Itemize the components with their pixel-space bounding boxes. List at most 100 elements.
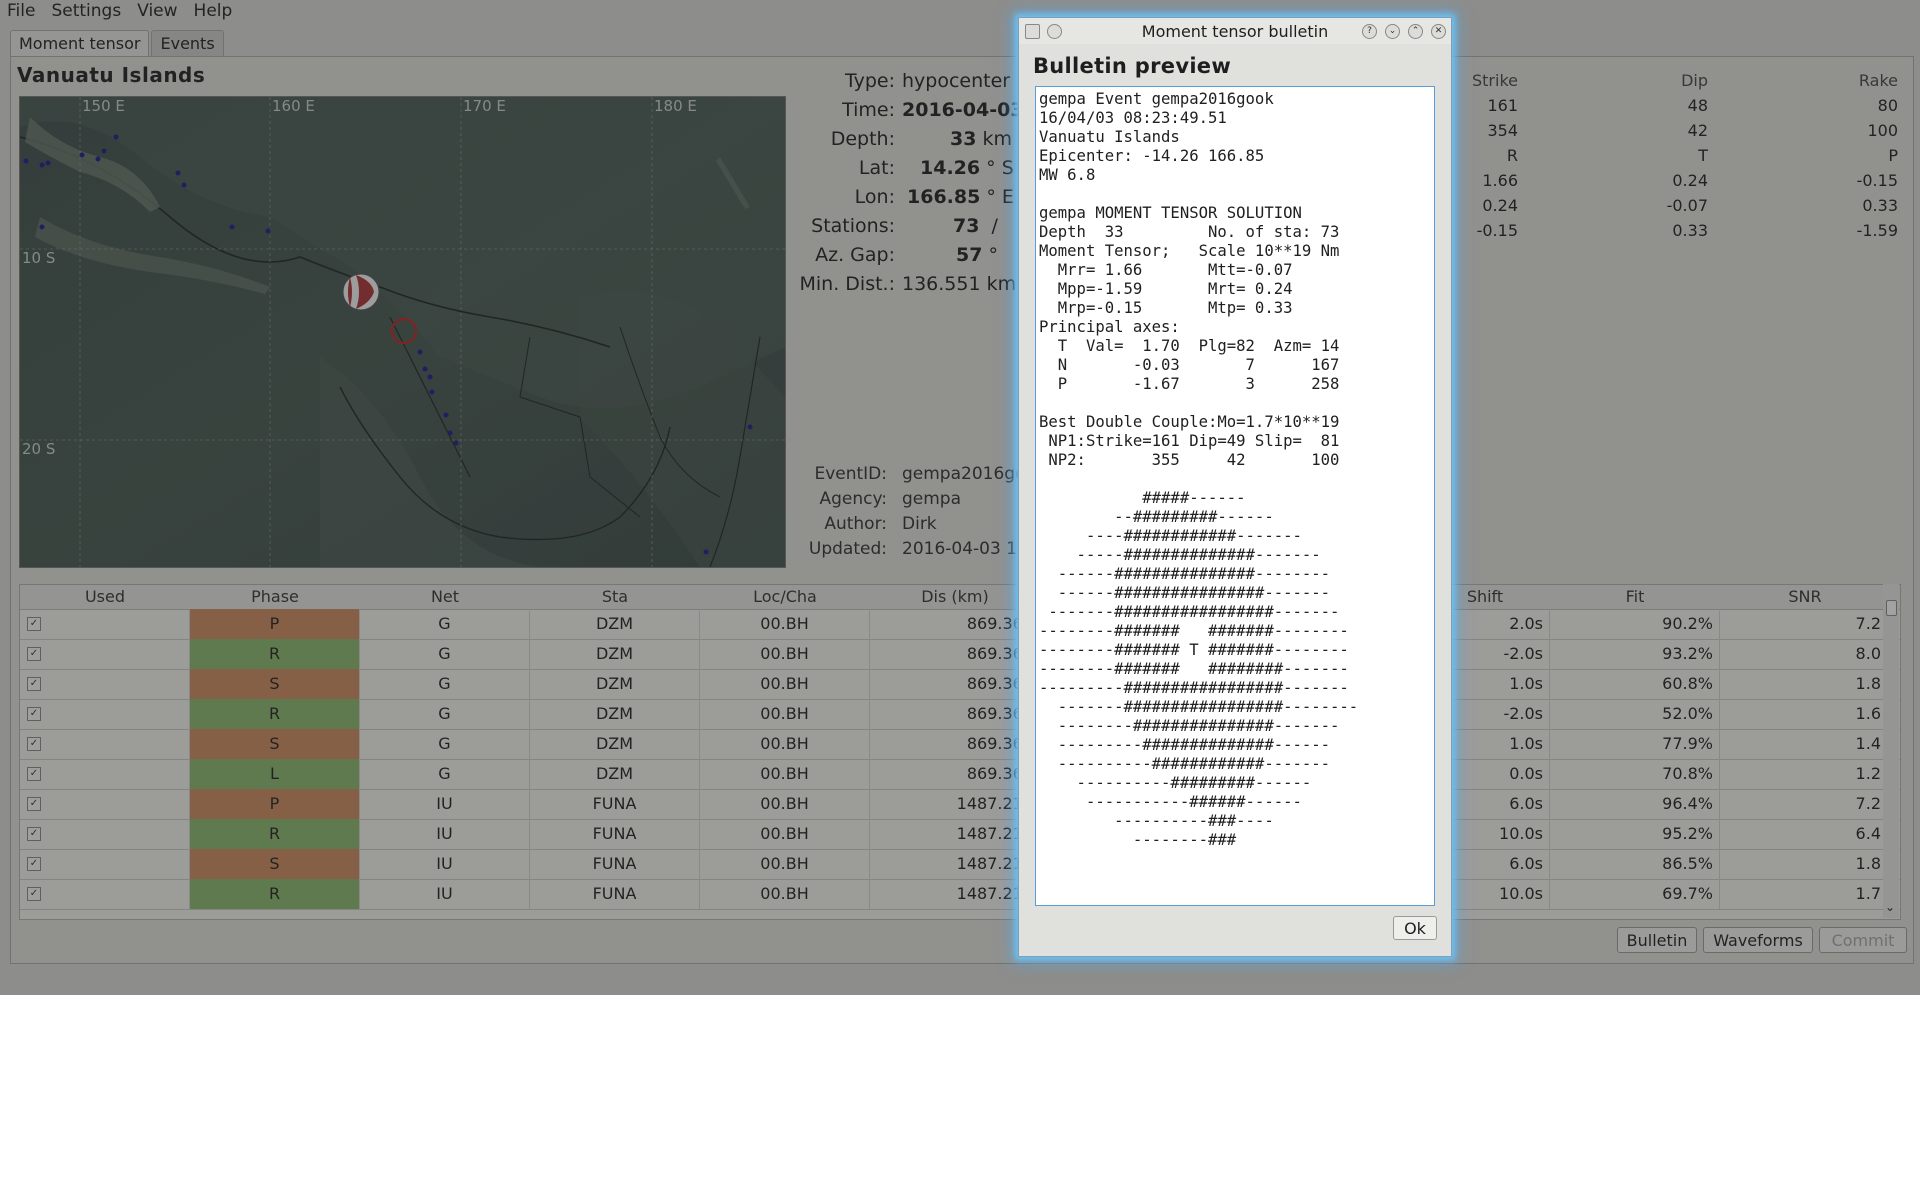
used-checkbox[interactable]: ✓ [27,647,41,661]
snr-cell: 1.7 [1720,879,1888,909]
used-checkbox[interactable]: ✓ [27,707,41,721]
table-row[interactable]: ✓ R G DZM 00.BH 869.362 -2.0s 93.2% 8.0 [20,639,1900,670]
info-lat: Lat: 14.26 ° S [858,157,1014,179]
fit-cell: 69.7% [1550,879,1720,909]
mechanism-header: Strike Dip Rake [1472,71,1898,90]
used-checkbox[interactable]: ✓ [27,767,41,781]
sta-cell: DZM [530,699,700,729]
maximize-icon[interactable]: ⌃ [1408,24,1423,39]
fit-cell: 95.2% [1550,819,1720,849]
mechanism-row: -0.15 0.33 -1.59 [1476,221,1898,240]
phase-cell: R [190,879,360,909]
mechanism-row: 354 42 100 [1487,121,1898,140]
used-cell: ✓ [20,849,190,879]
used-checkbox[interactable]: ✓ [27,857,41,871]
info-min-dist: Min. Dist.: 136.551 km [799,273,1017,295]
sta-cell: DZM [530,759,700,789]
used-checkbox[interactable]: ✓ [27,617,41,631]
snr-cell: 1.8 [1720,849,1888,879]
scrollbar-thumb[interactable] [1886,600,1897,616]
bulletin-button[interactable]: Bulletin [1617,927,1697,953]
sta-cell: FUNA [530,789,700,819]
dist-cell: 869.362 [870,729,1040,759]
meta-agency: Agency: gempa [819,489,962,509]
minimize-icon[interactable]: ⌄ [1385,24,1400,39]
used-checkbox[interactable]: ✓ [27,737,41,751]
menu-bar: File Settings View Help [0,0,1920,22]
table-row[interactable]: ✓ P G DZM 00.BH 869.362 2.0s 90.2% 7.2 [20,609,1900,640]
used-checkbox[interactable]: ✓ [27,887,41,901]
dialog-titlebar[interactable]: Moment tensor bulletin ? ⌄ ⌃ ✕ [1019,18,1451,44]
menu-help[interactable]: Help [187,1,242,21]
col-used[interactable]: Used [20,587,190,606]
sta-cell: FUNA [530,849,700,879]
fit-cell: 52.0% [1550,699,1720,729]
used-cell: ✓ [20,669,190,699]
col-net[interactable]: Net [360,587,530,606]
menu-file[interactable]: File [0,1,44,21]
used-cell: ✓ [20,639,190,669]
table-row[interactable]: ✓ S G DZM 00.BH 869.362 1.0s 60.8% 1.8 [20,669,1900,700]
close-icon[interactable]: ✕ [1431,24,1446,39]
mechanism-row: 161 48 80 [1487,96,1898,115]
table-row[interactable]: ✓ R IU FUNA 00.BH 1487.212 10.0s 69.7% 1.7 [20,879,1900,910]
table-row[interactable]: ✓ L G DZM 00.BH 869.362 0.0s 70.8% 1.2 [20,759,1900,790]
col-loc-cha[interactable]: Loc/Cha [700,587,870,606]
help-icon[interactable]: ? [1362,24,1377,39]
phase-cell: S [190,669,360,699]
map-canvas [20,97,785,567]
net-cell: G [360,759,530,789]
used-checkbox[interactable]: ✓ [27,677,41,691]
used-cell: ✓ [20,789,190,819]
snr-cell: 7.2 [1720,609,1888,639]
used-checkbox[interactable]: ✓ [27,797,41,811]
menu-view[interactable]: View [130,1,186,21]
fit-cell: 77.9% [1550,729,1720,759]
phase-cell: S [190,849,360,879]
phase-cell: R [190,639,360,669]
ok-button[interactable]: Ok [1393,916,1437,940]
col-fit[interactable]: Fit [1550,587,1720,606]
info-az-gap: Az. Gap: 57 ° [815,244,998,266]
phase-cell: S [190,729,360,759]
table-row[interactable]: ✓ R IU FUNA 00.BH 1487.212 10.0s 95.2% 6.4 [20,819,1900,850]
dist-cell: 1487.212 [870,879,1040,909]
table-row[interactable]: ✓ S G DZM 00.BH 869.362 1.0s 77.9% 1.4 [20,729,1900,760]
snr-cell: 1.2 [1720,759,1888,789]
bulletin-dialog: Moment tensor bulletin ? ⌄ ⌃ ✕ Bulletin … [1018,17,1452,957]
table-row[interactable]: ✓ R G DZM 00.BH 869.362 -2.0s 52.0% 1.6 [20,699,1900,730]
dist-cell: 869.362 [870,639,1040,669]
tab-events[interactable]: Events [151,30,224,56]
tab-moment-tensor[interactable]: Moment tensor [10,30,150,56]
info-lon: Lon: 166.85 ° E [854,186,1014,208]
phase-cell: P [190,789,360,819]
dist-cell: 869.362 [870,759,1040,789]
phase-table-scrollbar[interactable]: ⌄ [1883,584,1899,918]
waveforms-button[interactable]: Waveforms [1703,927,1813,953]
loc-cell: 00.BH [700,759,870,789]
mechanism-row: 1.66 0.24 -0.15 [1482,171,1898,190]
net-cell: IU [360,789,530,819]
event-map[interactable]: 150 E 160 E 170 E 180 E 10 S 20 S [19,96,786,568]
col-phase[interactable]: Phase [190,587,360,606]
table-row[interactable]: ✓ P IU FUNA 00.BH 1487.212 6.0s 96.4% 7.2 [20,789,1900,820]
snr-cell: 1.4 [1720,729,1888,759]
scroll-down-icon[interactable]: ⌄ [1885,900,1895,914]
loc-cell: 00.BH [700,879,870,909]
snr-cell: 1.8 [1720,669,1888,699]
dist-cell: 1487.212 [870,849,1040,879]
lon-label: 180 E [654,97,697,115]
net-cell: G [360,729,530,759]
col-snr[interactable]: SNR [1720,587,1890,606]
menu-settings[interactable]: Settings [44,1,130,21]
table-row[interactable]: ✓ S IU FUNA 00.BH 1487.212 6.0s 86.5% 1.8 [20,849,1900,880]
loc-cell: 00.BH [700,669,870,699]
col-distance[interactable]: Dis (km) [870,587,1040,606]
phase-table[interactable]: Used Phase Net Sta Loc/Cha Dis (km) Shif… [19,584,1901,920]
phase-cell: L [190,759,360,789]
col-sta[interactable]: Sta [530,587,700,606]
used-checkbox[interactable]: ✓ [27,827,41,841]
commit-button[interactable]: Commit [1819,927,1907,953]
bulletin-text-area[interactable]: gempa Event gempa2016gook 16/04/03 08:23… [1035,86,1435,906]
lon-label: 150 E [82,97,125,115]
